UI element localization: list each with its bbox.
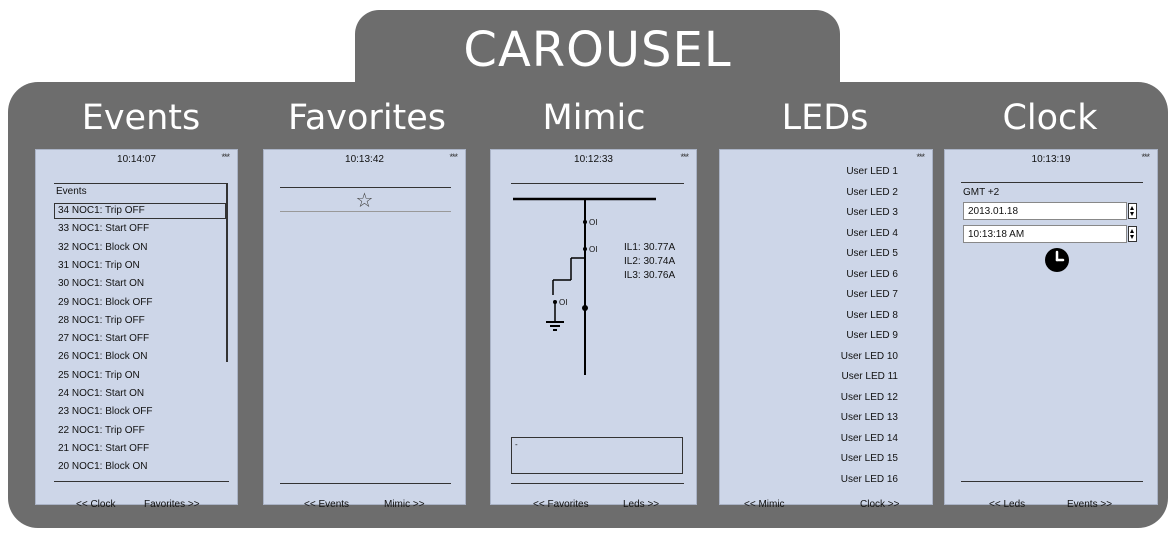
event-list-item[interactable]: 26 NOC1: Block ON: [58, 351, 147, 362]
events-screen: 10:14:07 *** Events 34 NOC1: Trip OFF 33 …: [35, 149, 238, 510]
event-list-item[interactable]: 32 NOC1: Block ON: [58, 242, 147, 253]
event-list-item[interactable]: 25 NOC1: Trip ON: [58, 370, 140, 381]
menu-dots-icon[interactable]: ***: [221, 152, 229, 162]
star-icon[interactable]: ☆: [264, 188, 465, 212]
date-field[interactable]: 2013.01.18: [963, 202, 1127, 220]
event-list-item[interactable]: 29 NOC1: Block OFF: [58, 297, 152, 308]
clock-time: 10:13:19: [1031, 154, 1071, 165]
prev-leds-link[interactable]: << Leds: [989, 499, 1025, 510]
leds-screen: *** User LED 1 User LED 2 User LED 3 User L…: [719, 149, 933, 510]
date-spinner-icon[interactable]: [1128, 203, 1137, 219]
user-led-item: User LED 8: [846, 309, 898, 321]
clock-nav-divider: [961, 481, 1143, 482]
mimic-heading: Mimic: [542, 98, 646, 138]
switch-1-label: OI: [589, 218, 598, 227]
clock-icon: [1045, 248, 1069, 272]
user-led-item: User LED 3: [846, 207, 898, 218]
event-list-item[interactable]: 34 NOC1: Trip OFF: [58, 205, 145, 216]
switch-1-icon: [583, 220, 587, 224]
switch-2-label: OI: [589, 245, 598, 254]
mimic-message-box: -: [511, 437, 683, 474]
events-time: 10:14:07: [117, 154, 156, 165]
user-led-item: User LED 13: [840, 412, 898, 423]
next-leds-link[interactable]: Leds >>: [623, 499, 659, 510]
clock-screen: 10:13:19 *** GMT +2 2013.01.18 10:13:18 …: [944, 149, 1158, 510]
events-nav-divider: [54, 481, 229, 482]
clock-heading: Clock: [1002, 98, 1098, 138]
next-mimic-link[interactable]: Mimic >>: [384, 499, 425, 510]
event-list-item[interactable]: 20 NOC1: Block ON: [58, 461, 147, 472]
user-led-item: User LED 7: [846, 289, 898, 300]
user-led-item: User LED 4: [846, 227, 898, 239]
event-list-item[interactable]: 23 NOC1: Block OFF: [58, 406, 152, 417]
prev-mimic-link[interactable]: << Mimic: [744, 499, 785, 510]
favorites-screen: 10:13:42 *** ☆ << Events Mimic >>: [263, 149, 466, 510]
prev-events-link[interactable]: << Events: [304, 499, 349, 510]
user-led-item: User LED 1: [846, 166, 898, 177]
user-led-item: User LED 16: [840, 473, 898, 485]
il2-reading: IL2: 30.74A: [624, 256, 676, 267]
next-events-link[interactable]: Events >>: [1067, 499, 1112, 510]
mimic-nav-divider: [511, 483, 684, 484]
event-list-item[interactable]: 28 NOC1: Trip OFF: [58, 315, 145, 326]
events-heading: Events: [81, 98, 201, 138]
mimic-screen: 10:12:33 *** OI OI OI IL1: 30.77A IL2: 3…: [490, 149, 697, 510]
carousel-title: CAROUSEL: [463, 22, 732, 78]
time-field[interactable]: 10:13:18 AM: [963, 225, 1127, 243]
event-list-item[interactable]: 27 NOC1: Start OFF: [58, 333, 149, 344]
favorites-heading: Favorites: [287, 98, 447, 138]
favorites-nav-divider: [280, 483, 451, 484]
time-spinner-icon[interactable]: [1128, 226, 1137, 242]
user-led-item: User LED 10: [840, 350, 898, 362]
switch-2-icon: [583, 247, 587, 251]
user-led-item: User LED 6: [846, 268, 898, 280]
mimic-message-text: -: [515, 440, 518, 449]
leds-heading: LEDs: [781, 98, 869, 138]
breaker-node: [582, 305, 588, 311]
event-list-item[interactable]: 33 NOC1: Start OFF: [58, 223, 149, 234]
date-value: 2013.01.18: [968, 206, 1019, 217]
user-led-item: User LED 5: [846, 248, 898, 259]
prev-clock-link[interactable]: << Clock: [76, 499, 115, 510]
prev-favorites-link[interactable]: << Favorites: [533, 499, 589, 510]
user-led-item: User LED 14: [840, 432, 898, 444]
next-favorites-link[interactable]: Favorites >>: [144, 499, 200, 510]
user-led-item: User LED 11: [841, 371, 898, 382]
event-list-item[interactable]: 31 NOC1: Trip ON: [58, 260, 140, 271]
menu-dots-icon[interactable]: ***: [449, 152, 457, 162]
user-led-item: User LED 15: [840, 453, 898, 464]
clock-header-divider: [961, 182, 1143, 183]
earth-switch-label: OI: [559, 298, 568, 307]
event-list-item[interactable]: 24 NOC1: Start ON: [58, 388, 144, 399]
timezone-label: GMT +2: [963, 187, 1000, 198]
next-clock-link[interactable]: Clock >>: [860, 499, 899, 510]
favorites-time: 10:13:42: [345, 154, 384, 165]
event-list-item[interactable]: 21 NOC1: Start OFF: [58, 443, 149, 454]
user-led-item: User LED 12: [840, 391, 898, 403]
favorites-star-divider: [280, 211, 451, 212]
event-list-item[interactable]: 22 NOC1: Trip OFF: [58, 425, 145, 436]
il3-reading: IL3: 30.76A: [624, 270, 676, 281]
event-list-item[interactable]: 30 NOC1: Start ON: [58, 278, 144, 289]
menu-dots-icon[interactable]: ***: [916, 152, 924, 162]
menu-dots-icon[interactable]: ***: [1141, 152, 1149, 162]
user-led-item: User LED 9: [846, 330, 898, 341]
il1-reading: IL1: 30.77A: [624, 242, 676, 253]
time-value: 10:13:18 AM: [968, 229, 1025, 240]
user-led-item: User LED 2: [846, 186, 898, 198]
events-list-header: Events: [56, 186, 87, 197]
